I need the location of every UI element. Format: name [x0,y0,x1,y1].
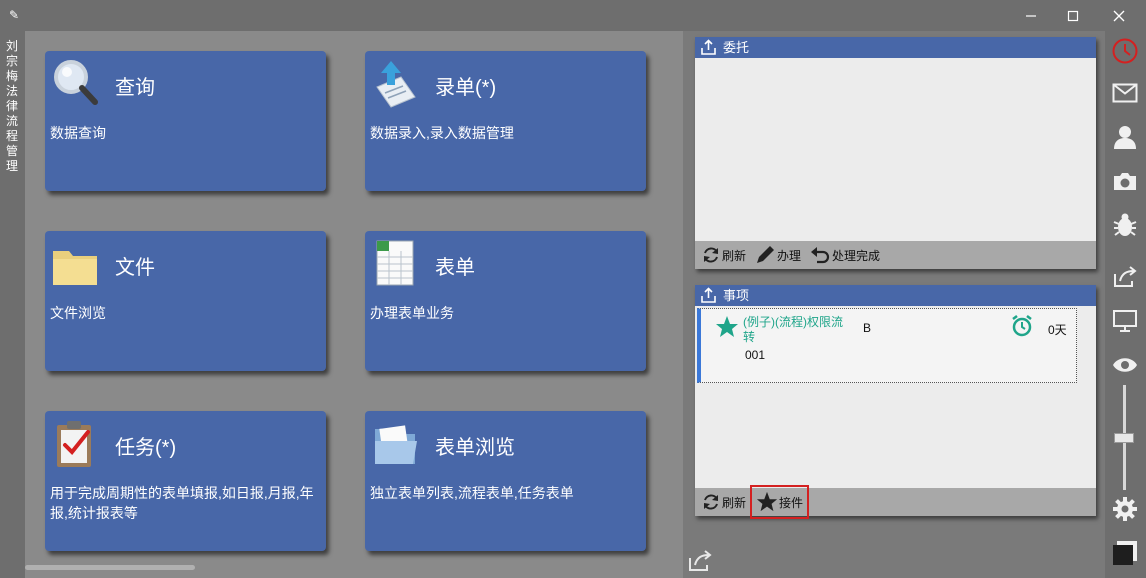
window-stack-icon [1113,541,1137,565]
close-button[interactable] [1096,0,1142,31]
items-toolbar: 刷新 接件 [695,485,1096,519]
tile-tasks[interactable]: 任务(*) 用于完成周期性的表单填报,如日报,月报,年报,统计报表等 [45,411,326,551]
monitor-icon [1113,310,1137,332]
accept-label: 接件 [779,495,804,510]
clipboard-check-icon [57,421,91,467]
upload-icon [701,39,716,55]
app-title: 刘宗梅法律流程管理 [6,39,19,173]
maximize-button[interactable] [1050,0,1096,31]
share-icon [1114,266,1137,287]
upload-icon [701,287,716,303]
tile-query[interactable]: 查询 数据查询 [45,51,326,191]
share-icon[interactable] [687,549,713,573]
items-panel: 事项 (例子)(流程)权限流转 001 B 0天 刷新 接件 [695,285,1096,519]
refresh-label: 刷新 [722,248,747,263]
undo-icon [811,247,830,264]
accept-button[interactable]: 接件 [750,485,810,519]
tile-area: 查询 数据查询 录单(*) 数据录入,录入数据管理 文件 文件浏览 表单 办理表… [25,31,683,578]
close-icon [1113,10,1125,21]
delegate-panel: 委托 刷新 办理 处理完成 [695,37,1096,269]
delegate-handle-button[interactable]: 办理 [754,242,801,268]
item-code: 001 [745,348,766,362]
delegate-refresh-button[interactable]: 刷新 [701,242,746,268]
gear-icon [1113,497,1137,521]
star-icon [716,316,738,337]
tile-title: 表单 [435,257,475,279]
tile-title: 表单浏览 [435,437,515,459]
items-list: (例子)(流程)权限流转 001 B 0天 [695,306,1096,488]
mail-button[interactable] [1111,79,1139,107]
tile-entry[interactable]: 录单(*) 数据录入,录入数据管理 [365,51,646,191]
folder-icon [53,251,97,285]
tile-desc: 数据查询 [50,125,106,141]
share-button[interactable] [1111,263,1139,291]
delegate-panel-header: 委托 [695,37,1096,58]
camera-button[interactable] [1111,167,1139,195]
zoom-slider-thumb[interactable] [1114,433,1134,443]
tile-title: 录单(*) [435,77,497,99]
minimize-button[interactable] [1008,0,1054,31]
maximize-icon [1067,10,1079,21]
clock-icon [1112,38,1138,64]
camera-icon [1114,173,1136,190]
star-icon [756,491,778,512]
tile-title: 文件 [115,257,155,279]
items-panel-header: 事项 [695,285,1096,306]
delegate-panel-title: 委托 [723,40,750,55]
app-icon: ✎ [9,8,20,22]
tile-desc: 独立表单列表,流程表单,任务表单 [370,485,574,501]
tile-desc: 办理表单业务 [370,305,454,321]
title-bar: ✎ [0,0,1146,31]
spreadsheet-icon [376,240,414,286]
list-item[interactable]: (例子)(流程)权限流转 001 B 0天 [697,308,1077,383]
eye-icon [1113,358,1137,372]
refresh-icon [704,494,718,510]
tile-desc: 文件浏览 [50,305,106,321]
tile-files[interactable]: 文件 文件浏览 [45,231,326,371]
view-button[interactable] [1111,351,1139,379]
alarm-clock-icon [1012,315,1032,337]
tile-title: 查询 [115,77,155,99]
delegate-done-button[interactable]: 处理完成 [809,242,880,268]
tile-forms[interactable]: 表单 办理表单业务 [365,231,646,371]
right-panels: 委托 刷新 办理 处理完成 事项 (例子)(流程)权限流转 001 B 0天 刷… [683,31,1105,578]
user-icon [1114,126,1136,149]
refresh-label: 刷新 [722,495,747,510]
right-toolbar [1105,31,1146,578]
tile-title: 任务(*) [115,437,177,459]
history-button[interactable] [1111,37,1139,65]
monitor-button[interactable] [1111,307,1139,335]
tile-desc: 用于完成周期性的表单填报,如日报,月报,年报,统计报表等 [50,485,314,521]
items-panel-title: 事项 [723,288,750,303]
items-refresh-button[interactable]: 刷新 [701,489,746,515]
document-entry-icon [376,61,416,108]
settings-button[interactable] [1111,495,1139,523]
bug-icon [1113,213,1137,236]
handle-label: 办理 [777,248,802,263]
bug-button[interactable] [1111,211,1139,239]
pencil-icon [757,246,775,263]
user-button[interactable] [1111,123,1139,151]
item-days: 0天 [1048,323,1067,337]
magnifier-icon [54,60,98,105]
blue-folder-icon [375,425,417,464]
refresh-icon [704,247,718,263]
mail-icon [1112,83,1138,103]
item-status: B [863,321,872,335]
done-label: 处理完成 [832,248,881,263]
tile-form-browse[interactable]: 表单浏览 独立表单列表,流程表单,任务表单 [365,411,646,551]
horizontal-scrollbar[interactable] [25,565,195,570]
window-mode-button[interactable] [1111,539,1139,567]
item-name: (例子)(流程)权限流转 [743,315,843,344]
tile-desc: 数据录入,录入数据管理 [370,125,514,141]
delegate-toolbar: 刷新 办理 处理完成 [695,241,1096,269]
minimize-icon [1026,14,1036,17]
left-strip: 刘宗梅法律流程管理 [0,31,25,578]
